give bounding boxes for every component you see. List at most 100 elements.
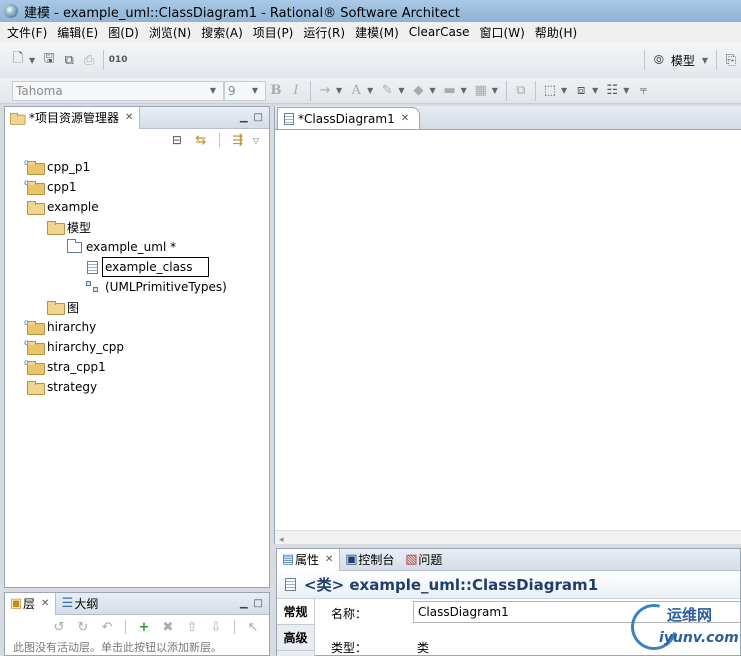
tree-item-models[interactable]: 模型 [47, 217, 91, 237]
tab-project-explorer[interactable]: *项目资源管理器 ✕ [5, 106, 141, 129]
menu-search[interactable]: 搜索(A) [196, 24, 248, 41]
filter-icon[interactable]: ⫧ [633, 81, 653, 101]
horizontal-scrollbar[interactable]: ◂ [275, 530, 741, 545]
perspective-label[interactable]: 模型 [671, 52, 695, 69]
tree-item-label: hirarchy [47, 320, 97, 334]
line-color-icon[interactable]: ✎ [377, 81, 397, 101]
layout-icon[interactable]: ⧈ [571, 81, 591, 101]
clipboard-icon[interactable]: ⎘ [721, 50, 741, 70]
line-style-icon[interactable]: → [315, 81, 335, 101]
arrange-icon[interactable]: ▦ [471, 81, 491, 101]
pointer-icon[interactable]: ↖ [243, 617, 263, 637]
new-icon[interactable]: 🗋 [8, 50, 28, 70]
collapse-all-icon[interactable]: ⊟ [167, 130, 187, 150]
scroll-left-icon[interactable]: ◂ [279, 535, 284, 545]
tree-item-example-uml[interactable]: example_uml * [67, 237, 176, 257]
close-icon[interactable]: ✕ [125, 112, 133, 123]
select-dropdown-icon[interactable]: ▼ [561, 86, 567, 95]
close-icon[interactable]: ✕ [41, 598, 49, 609]
close-icon[interactable]: ✕ [401, 113, 409, 124]
tree-item-example[interactable]: example [27, 197, 99, 217]
perspective-dropdown-icon[interactable]: ▼ [702, 56, 708, 65]
tree-item-stra-cpp1[interactable]: c stra_cpp1 [24, 357, 106, 377]
italic-icon[interactable]: I [286, 81, 306, 101]
tab-class-diagram-label: *ClassDiagram1 [298, 111, 395, 126]
tab-console[interactable]: ▣ 控制台 [340, 549, 400, 571]
print-icon[interactable]: ⎙ [79, 50, 99, 70]
tree-layout-icon[interactable]: ☷ [602, 81, 622, 101]
menu-modeling[interactable]: 建模(M) [350, 24, 404, 41]
tree-item-example-class[interactable]: example_class [87, 257, 209, 277]
shape-style-dropdown-icon[interactable]: ▼ [461, 86, 467, 95]
properties-title: <类> example_uml::ClassDiagram1 [304, 576, 599, 594]
menu-run[interactable]: 运行(R) [298, 24, 350, 41]
maximize-icon[interactable]: □ [254, 598, 263, 609]
close-icon[interactable]: ✕ [325, 554, 333, 565]
menu-file[interactable]: 文件(F) [2, 24, 52, 41]
fill-color-dropdown-icon[interactable]: ▼ [429, 86, 435, 95]
new-dropdown-icon[interactable]: ▼ [29, 56, 35, 65]
arrange-dropdown-icon[interactable]: ▼ [492, 86, 498, 95]
tab-properties[interactable]: ▤ 属性 ✕ [277, 548, 341, 571]
delete-icon[interactable]: ✖ [158, 617, 178, 637]
tab-outline[interactable]: ☰ 大纲 [56, 593, 104, 615]
view-menu-dropdown-icon[interactable]: ▽ [253, 136, 259, 145]
chevron-down-icon: ▼ [209, 86, 216, 95]
tree-item-hirarchy-cpp[interactable]: c hirarchy_cpp [24, 337, 124, 357]
tree-layout-dropdown-icon[interactable]: ▼ [623, 86, 629, 95]
minimize-icon[interactable]: ▁ [240, 598, 248, 609]
tree-item-cpp-p1[interactable]: c cpp_p1 [24, 157, 90, 177]
font-size-combo[interactable]: 9 ▼ [224, 80, 266, 101]
menu-clearcase[interactable]: ClearCase [404, 25, 475, 39]
layers-icon: ▣ [9, 596, 23, 611]
layout-dropdown-icon[interactable]: ▼ [592, 86, 598, 95]
line-style-dropdown-icon[interactable]: ▼ [336, 86, 342, 95]
font-name-combo[interactable]: Tahoma ▼ [12, 80, 224, 101]
tree-item-cpp1[interactable]: c cpp1 [24, 177, 76, 197]
view-menu-icon[interactable]: ⇶ [228, 130, 248, 150]
menu-help[interactable]: 帮助(H) [530, 24, 582, 41]
rename-field[interactable]: example_class [102, 257, 209, 277]
chevron-down-icon: ▼ [251, 86, 258, 95]
lock-layer-icon[interactable]: ↶ [97, 617, 117, 637]
tab-class-diagram[interactable]: *ClassDiagram1 ✕ [277, 107, 421, 129]
select-all-icon[interactable]: ⬚ [540, 81, 560, 101]
tree-item-label: 模型 [67, 220, 92, 235]
move-up-icon[interactable]: ⇧ [182, 617, 202, 637]
copy-appearance-icon[interactable]: ⧉ [511, 81, 531, 101]
menu-window[interactable]: 窗口(W) [475, 24, 530, 41]
tab-general[interactable]: 常规 [277, 599, 314, 625]
hide-layer-icon[interactable]: ↻ [73, 617, 93, 637]
tree-item-hirarchy[interactable]: c hirarchy [24, 317, 97, 337]
bold-icon[interactable]: B [266, 81, 286, 101]
tab-problems[interactable]: ▧ 问题 [400, 549, 448, 571]
tab-problems-label: 问题 [418, 553, 443, 567]
link-with-editor-icon[interactable]: ⇆ [191, 130, 211, 150]
project-explorer-viewbar: ⊟ ⇆ ⇶ ▽ [5, 129, 269, 151]
tab-layers[interactable]: ▣ 层 ✕ [5, 592, 57, 615]
tree-item-uml-primitive-types[interactable]: (UMLPrimitiveTypes) [85, 277, 227, 297]
add-layer-icon[interactable]: ↺ [49, 617, 69, 637]
plus-icon[interactable]: + [134, 617, 154, 637]
menu-project[interactable]: 项目(P) [248, 24, 299, 41]
minimize-icon[interactable]: ▁ [240, 112, 248, 123]
font-color-icon[interactable]: A [346, 81, 366, 101]
tree-item-label: stra_cpp1 [47, 360, 106, 374]
menu-navigate[interactable]: 浏览(N) [144, 24, 196, 41]
fill-color-icon[interactable]: ◆ [408, 81, 428, 101]
save-all-icon[interactable]: ⧉ [59, 50, 79, 70]
tree-item-strategy[interactable]: strategy [27, 377, 97, 397]
menu-edit[interactable]: 编辑(E) [52, 24, 103, 41]
menu-diagram[interactable]: 图(D) [103, 24, 144, 41]
save-icon[interactable]: 🖫 [39, 50, 59, 70]
tree-item-diagrams[interactable]: 图 [47, 297, 79, 317]
tab-advanced[interactable]: 高级 [277, 625, 314, 651]
maximize-icon[interactable]: □ [254, 112, 263, 123]
move-down-icon[interactable]: ⇩ [206, 617, 226, 637]
diagram-canvas[interactable] [275, 130, 741, 530]
line-color-dropdown-icon[interactable]: ▼ [398, 86, 404, 95]
font-color-dropdown-icon[interactable]: ▼ [367, 86, 373, 95]
binary-icon[interactable]: 010 [108, 50, 128, 70]
shape-style-icon[interactable]: ▬ [440, 81, 460, 101]
tree-item-label: example [47, 200, 99, 214]
